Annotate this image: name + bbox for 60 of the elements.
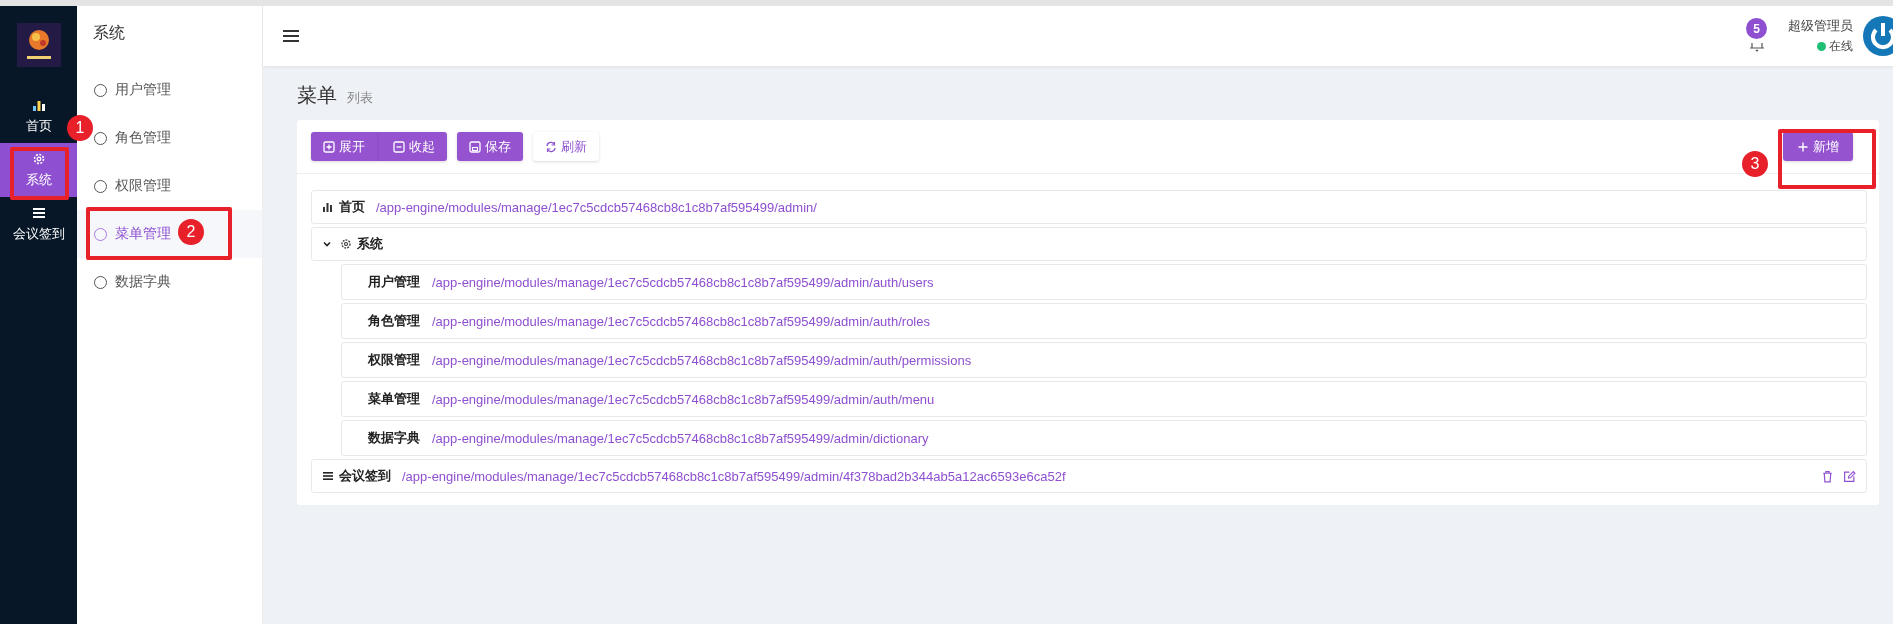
list-icon (322, 470, 334, 482)
nav-label: 首页 (25, 116, 52, 135)
menu-name: 权限管理 (368, 351, 420, 369)
menu-path: /app-engine/modules/manage/1ec7c5cdcb57468cb8c1c8b7af595499/admin/dictionary (432, 430, 929, 446)
delete-icon[interactable] (1821, 469, 1834, 483)
nav-item[interactable]: 会议签到 (11, 197, 66, 251)
user-name: 超级管理员 (1788, 17, 1853, 35)
menu-path: /app-engine/modules/manage/1ec7c5cdcb57468cb8c1c8b7af595499/admin/auth/users (432, 274, 934, 290)
plus-square-icon (323, 140, 335, 153)
menu-path: /app-engine/modules/manage/1ec7c5cdcb57468cb8c1c8b7af595499/admin/4f378bad2b344ab5a12ac6593e6ca52f (402, 468, 1066, 484)
nav-label: 系统 (25, 170, 52, 189)
menu-name: 用户管理 (368, 273, 420, 291)
expand-button[interactable]: 展开 (311, 132, 379, 161)
page-subtitle: 列表 (347, 89, 373, 107)
save-icon (469, 140, 481, 153)
edit-icon[interactable] (1843, 469, 1856, 483)
menu-path: /app-engine/modules/manage/1ec7c5cdcb57468cb8c1c8b7af595499/admin/auth/roles (432, 313, 930, 329)
highlight-frame (10, 147, 69, 200)
gear-icon (31, 151, 46, 166)
chart-icon (322, 201, 334, 213)
submenu-title: 系统 (92, 23, 126, 43)
menu-name: 角色管理 (368, 312, 420, 330)
nav-label: 会议签到 (12, 224, 65, 243)
submenu-item[interactable]: 权限管理 (94, 162, 262, 210)
submenu-item[interactable]: 角色管理 (94, 114, 262, 162)
menu-path: /app-engine/modules/manage/1ec7c5cdcb57468cb8c1c8b7af595499/admin/auth/menu (432, 391, 935, 407)
gear-icon (340, 238, 352, 250)
add-button[interactable]: 新增 (1783, 132, 1853, 161)
menu-row[interactable]: 菜单管理 /app-engine/modules/manage/1ec7c5cdcb57468cb8c1c8b7af595499/admin/auth/menu (341, 381, 1867, 417)
status-text: 在线 (1829, 38, 1853, 55)
minus-square-icon (393, 140, 405, 153)
notification-badge: 5 (1746, 18, 1767, 39)
page-title: 菜单 (297, 83, 337, 108)
nav-item[interactable]: 首页 (11, 89, 66, 143)
plus-icon (1797, 140, 1809, 153)
chevron-icon[interactable] (322, 239, 332, 249)
menu-row[interactable]: 会议签到 /app-engine/modules/manage/1ec7c5cdcb57468cb8c1c8b7af595499/admin/4f378bad2b344ab5a12ac6593e6ca52f (311, 459, 1867, 493)
menu-name: 首页 (339, 198, 365, 216)
menu-row[interactable]: 角色管理 /app-engine/modules/manage/1ec7c5cdcb57468cb8c1c8b7af595499/admin/auth/roles (341, 303, 1867, 339)
menu-icon[interactable] (283, 30, 299, 42)
menu-row[interactable]: 首页 /app-engine/modules/manage/1ec7c5cdcb57468cb8c1c8b7af595499/admin/ (311, 190, 1867, 224)
menu-row[interactable]: 用户管理 /app-engine/modules/manage/1ec7c5cdcb57468cb8c1c8b7af595499/admin/auth/users (341, 264, 1867, 300)
logo-icon (16, 23, 61, 67)
menu-row[interactable]: 系统 (311, 227, 1867, 261)
menu-path: /app-engine/modules/manage/1ec7c5cdcb57468cb8c1c8b7af595499/admin/auth/permissions (432, 352, 972, 368)
avatar-icon[interactable] (1863, 16, 1893, 56)
list-icon (31, 205, 46, 220)
menu-name: 菜单管理 (368, 390, 420, 408)
collapse-button[interactable]: 收起 (379, 132, 447, 161)
refresh-button[interactable]: 刷新 (533, 132, 599, 161)
submenu-item[interactable]: 用户管理 (94, 66, 262, 114)
save-button[interactable]: 保存 (457, 132, 523, 161)
menu-path: /app-engine/modules/manage/1ec7c5cdcb57468cb8c1c8b7af595499/admin/ (376, 199, 817, 215)
refresh-icon (545, 140, 557, 153)
menu-row[interactable]: 权限管理 /app-engine/modules/manage/1ec7c5cdcb57468cb8c1c8b7af595499/admin/auth/permissions (341, 342, 1867, 378)
menu-row[interactable]: 数据字典 /app-engine/modules/manage/1ec7c5cdcb57468cb8c1c8b7af595499/admin/dictionary (341, 420, 1867, 456)
menu-name: 会议签到 (339, 467, 391, 485)
menu-name: 系统 (357, 235, 383, 253)
menu-name: 数据字典 (368, 429, 420, 447)
submenu-item[interactable]: 数据字典 (94, 258, 262, 306)
